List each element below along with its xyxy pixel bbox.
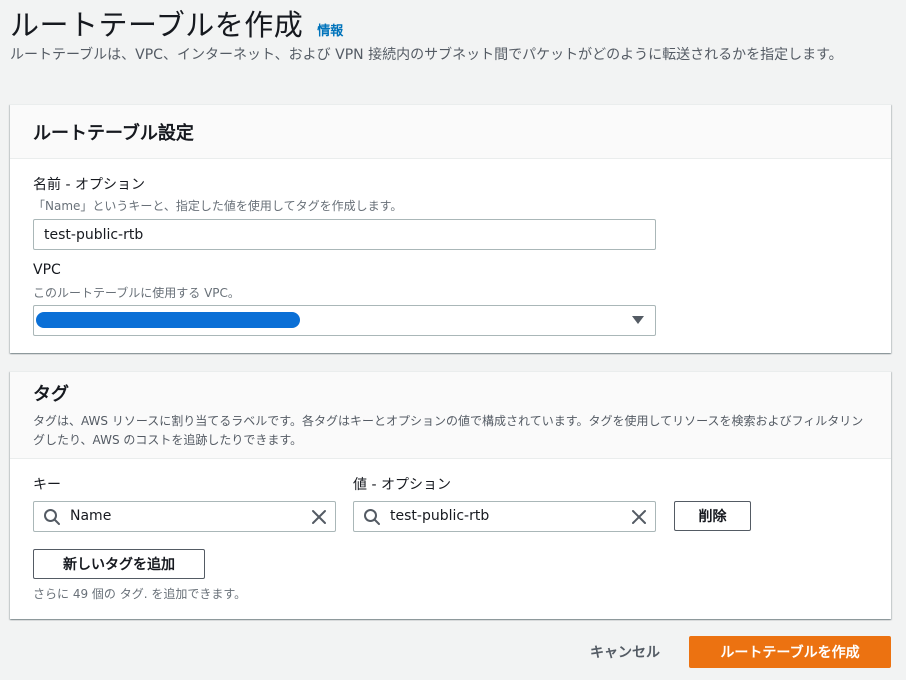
tag-value-label: 値 - オプション [353,477,451,493]
remove-tag-button[interactable]: 削除 [674,501,751,531]
page-header: ルートテーブルを作成 情報 [10,2,343,44]
redacted-vpc-value [36,312,300,328]
caret-down-icon [632,316,644,324]
search-icon [44,509,60,525]
create-route-table-button[interactable]: ルートテーブルを作成 [689,636,891,668]
vpc-select[interactable] [33,305,656,336]
tags-panel-description: タグは、AWS リソースに割り当てるラベルです。各タグはキーとオプションの値で構… [33,414,864,447]
name-input[interactable]: test-public-rtb [33,219,656,250]
settings-panel-title: ルートテーブル設定 [33,122,194,144]
tags-panel-header: タグ タグは、AWS リソースに割り当てるラベルです。各タグはキーとオプションの… [10,372,891,459]
name-field-label: 名前 - オプション [33,177,145,193]
tag-value-value: test-public-rtb [390,508,490,524]
search-icon [364,509,380,525]
tag-key-input[interactable]: Name [33,501,336,532]
page-title: ルートテーブルを作成 [10,8,304,42]
cancel-button[interactable]: キャンセル [575,636,675,668]
route-table-settings-panel: ルートテーブル設定 名前 - オプション 「Name」というキーと、指定した値を… [10,104,891,353]
tags-panel-body: キー 値 - オプション Name test-public-rtb 削除 新しい… [10,459,891,619]
tag-value-input[interactable]: test-public-rtb [353,501,656,532]
tags-panel-title: タグ [33,384,69,405]
tags-panel: タグ タグは、AWS リソースに割り当てるラベルです。各タグはキーとオプションの… [10,371,891,619]
close-icon[interactable] [310,508,328,526]
tag-key-value: Name [70,508,112,524]
page-description: ルートテーブルは、VPC、インターネット、および VPN 接続内のサブネット間で… [10,47,843,63]
settings-panel-body: 名前 - オプション 「Name」というキーと、指定した値を使用してタグを作成し… [10,159,891,353]
name-input-value: test-public-rtb [44,226,144,243]
close-icon[interactable] [630,508,648,526]
vpc-field-label: VPC [33,262,61,278]
vpc-field-description: このルートテーブルに使用する VPC。 [33,286,240,300]
tag-key-label: キー [33,477,61,493]
info-link[interactable]: 情報 [317,20,343,39]
remaining-tags-hint: さらに 49 個の タグ. を追加できます。 [33,587,247,601]
settings-panel-header: ルートテーブル設定 [10,105,891,159]
name-field-description: 「Name」というキーと、指定した値を使用してタグを作成します。 [33,199,403,213]
add-tag-button[interactable]: 新しいタグを追加 [33,549,205,579]
